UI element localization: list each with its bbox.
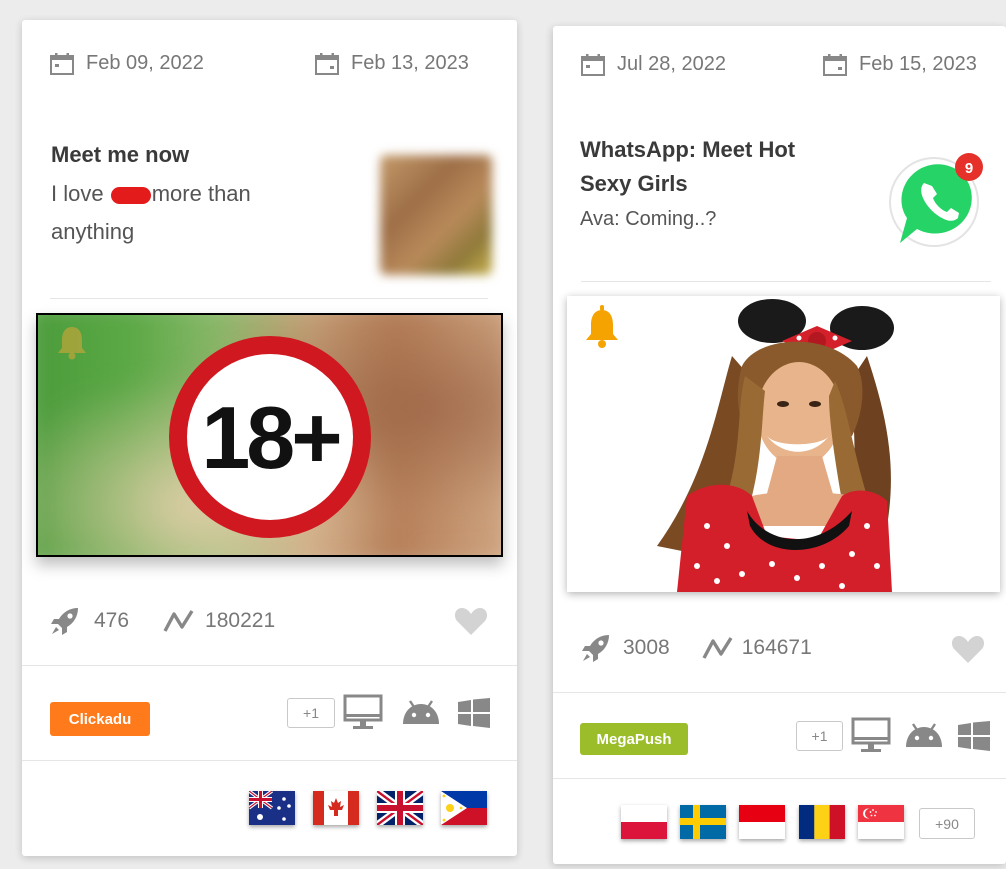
- created-date-text: Jul 28, 2022: [617, 53, 726, 75]
- flag-united-kingdom: [377, 791, 423, 825]
- platforms-more-button[interactable]: +1: [287, 698, 335, 728]
- divider: [553, 778, 1006, 779]
- flag-canada: [313, 791, 359, 825]
- ad-icon-thumbnail: [380, 155, 492, 275]
- desktop-icon: [851, 717, 891, 752]
- flag-poland: [621, 805, 667, 839]
- android-icon: [403, 700, 439, 724]
- notification-badge: 9: [965, 160, 973, 177]
- ad-body-start: I love: [51, 181, 104, 206]
- last-seen-date-text: Feb 15, 2023: [859, 53, 977, 75]
- ad-card-2[interactable]: Jul 28, 2022 Feb 15, 2023 WhatsApp: Meet…: [553, 26, 1006, 864]
- calendar-icon: [823, 53, 847, 76]
- network-badge[interactable]: MegaPush: [580, 723, 688, 755]
- ad-title-line1: WhatsApp: Meet Hot: [580, 137, 796, 162]
- windows-icon: [458, 698, 490, 728]
- desktop-icon: [343, 694, 383, 729]
- platforms-more-button[interactable]: +1: [796, 721, 843, 751]
- last-seen-date-text: Feb 13, 2023: [351, 52, 469, 74]
- heart-icon[interactable]: [951, 634, 985, 664]
- flag-singapore: [858, 805, 904, 839]
- ad-creative-image[interactable]: [567, 296, 1000, 592]
- impressions-count: 3008: [623, 636, 670, 659]
- created-date: Jul 28, 2022: [581, 53, 726, 76]
- ad-body-line2: anything: [51, 219, 135, 244]
- age-label: 18+: [201, 388, 339, 487]
- ad-body: Ava: Coming..?: [580, 208, 717, 230]
- divider: [50, 298, 488, 299]
- calendar-icon: [581, 53, 605, 76]
- ad-title: WhatsApp: Meet Hot Sexy Girls: [580, 133, 795, 201]
- bell-icon: [58, 327, 86, 360]
- trend-icon: [163, 610, 194, 632]
- trend-count: 180221: [205, 609, 276, 632]
- trend-icon: [702, 637, 733, 659]
- ad-title-line2: Sexy Girls: [580, 171, 688, 196]
- stats-row: 3008 164671: [581, 633, 812, 663]
- divider: [22, 665, 517, 666]
- impressions-count: 476: [94, 609, 130, 632]
- last-seen-date: Feb 13, 2023: [315, 52, 469, 75]
- divider: [553, 692, 1006, 693]
- created-date-text: Feb 09, 2022: [86, 52, 204, 74]
- flag-sweden: [680, 805, 726, 839]
- divider: [22, 760, 517, 761]
- divider: [581, 281, 991, 282]
- windows-icon: [958, 721, 990, 751]
- trend-count: 164671: [741, 636, 812, 659]
- flag-philippines: [441, 791, 487, 825]
- stats-row: 476 180221: [50, 606, 275, 636]
- android-icon: [906, 723, 942, 747]
- creative-photo: [567, 296, 1000, 592]
- last-seen-date: Feb 15, 2023: [823, 53, 977, 76]
- network-badge[interactable]: Clickadu: [50, 702, 150, 736]
- redaction-mark: [110, 186, 151, 204]
- ad-body-end: more than: [151, 181, 251, 206]
- ad-body: I love more than anything: [51, 175, 351, 251]
- rocket-icon: [51, 608, 78, 635]
- flag-romania: [799, 805, 845, 839]
- whatsapp-icon: 9: [889, 153, 983, 247]
- created-date: Feb 09, 2022: [50, 52, 204, 75]
- calendar-icon: [50, 52, 74, 75]
- ad-card-1[interactable]: Feb 09, 2022 Feb 13, 2023 Meet me now I …: [22, 20, 517, 856]
- ad-creative-image[interactable]: 18+: [36, 313, 503, 557]
- flag-indonesia: [739, 805, 785, 839]
- calendar-icon: [315, 52, 339, 75]
- rocket-icon: [582, 635, 609, 662]
- ad-title: Meet me now: [51, 142, 190, 167]
- flag-australia: [249, 791, 295, 825]
- countries-more-button[interactable]: +90: [919, 808, 975, 839]
- heart-icon[interactable]: [454, 606, 488, 636]
- age-restriction-icon: 18+: [169, 336, 371, 538]
